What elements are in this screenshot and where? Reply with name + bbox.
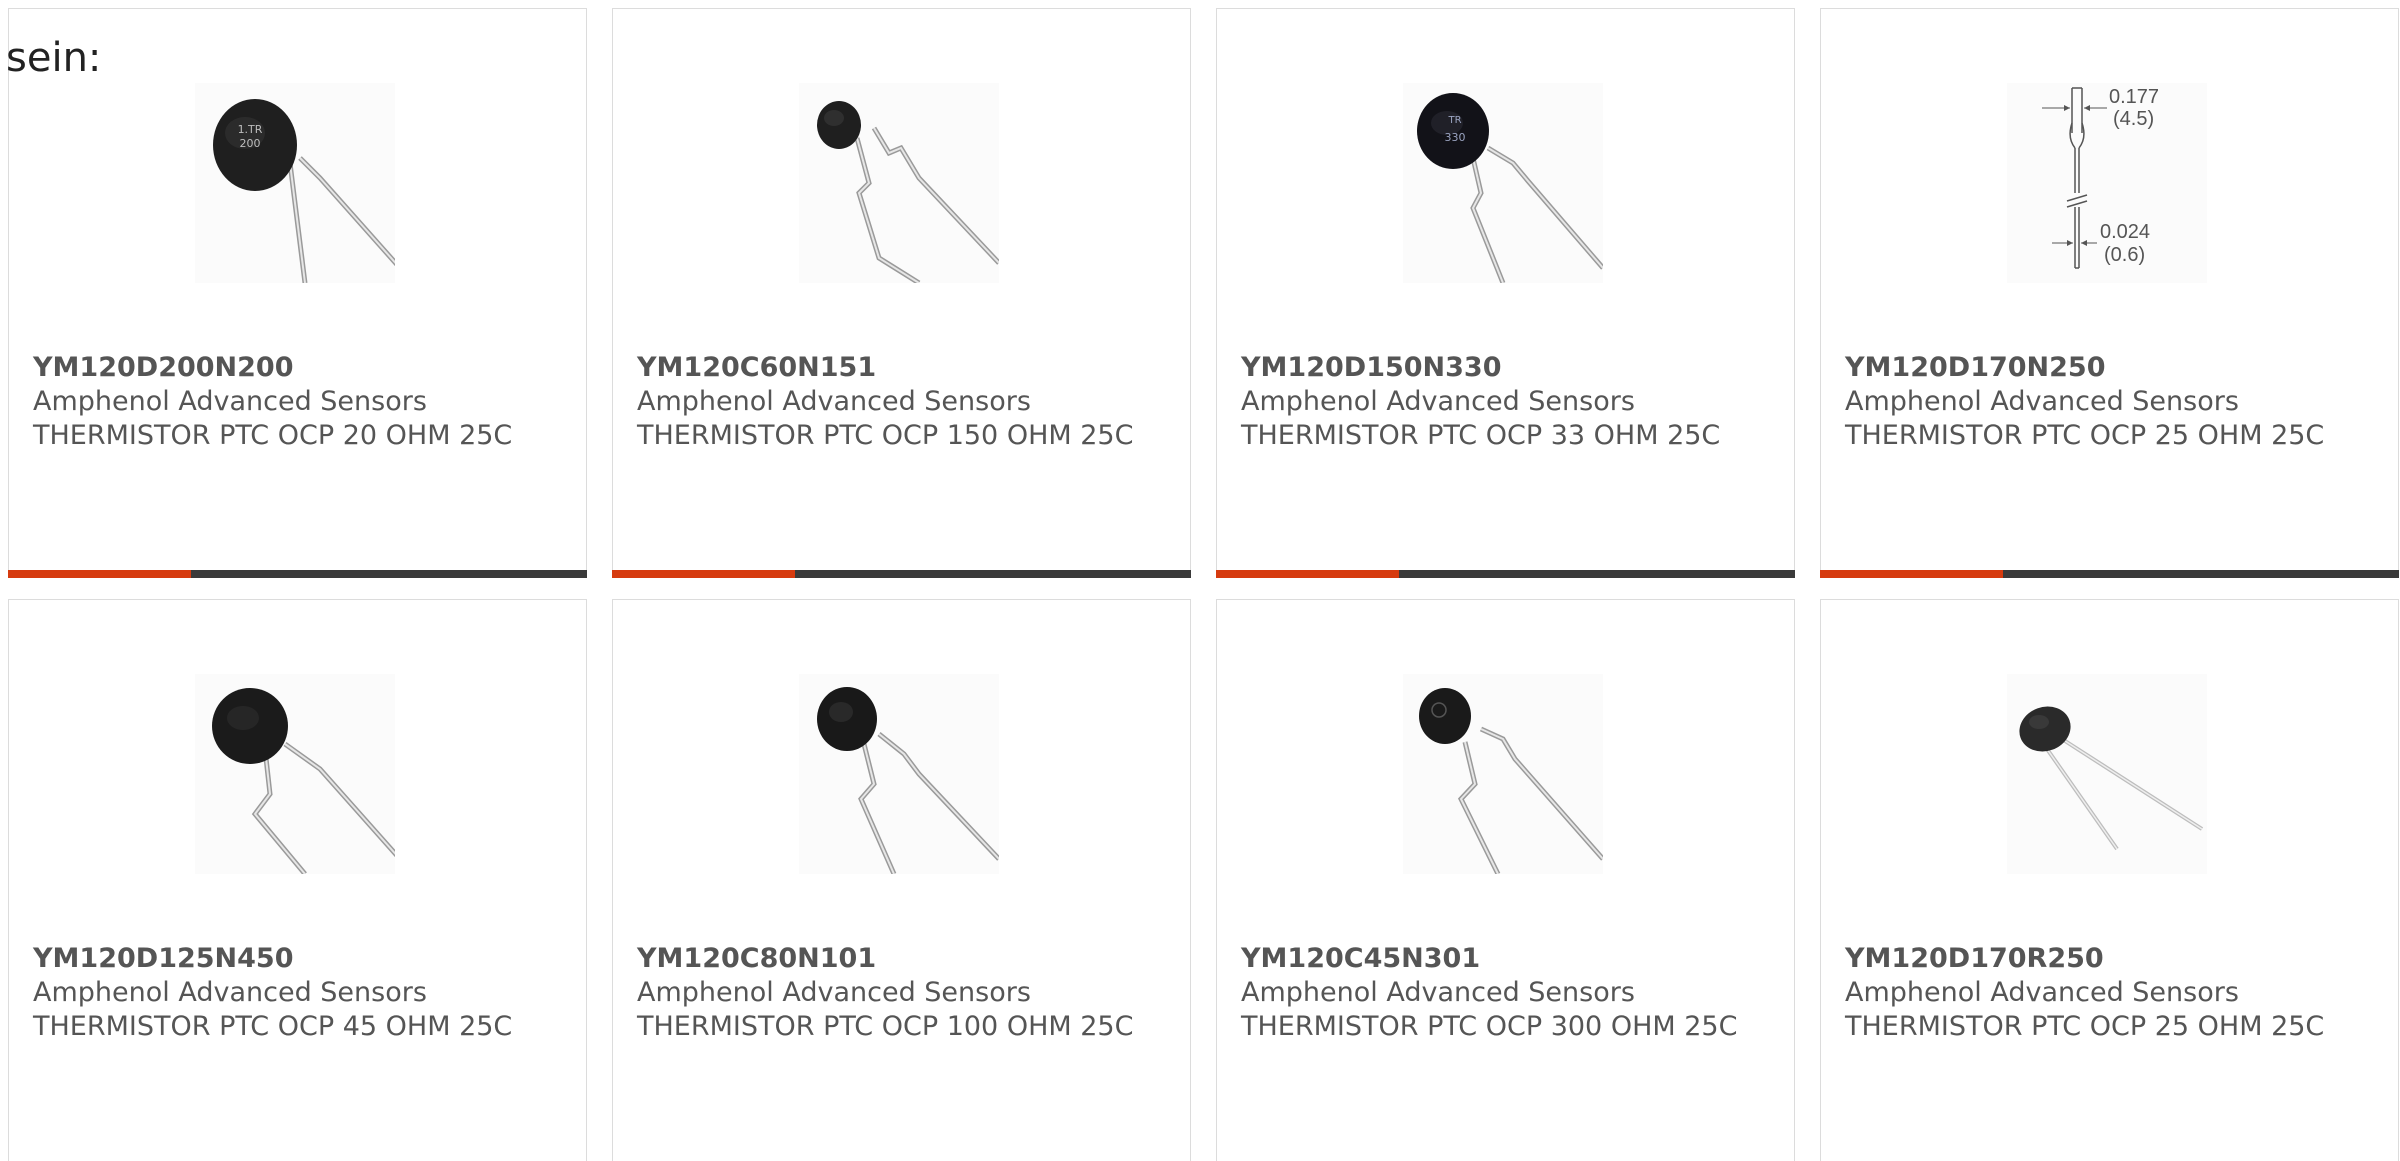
product-image[interactable]	[1403, 674, 1603, 874]
card-bar-rest	[795, 570, 1191, 578]
dimension-top-inch: 0.177	[2109, 86, 2159, 108]
part-number-link[interactable]: YM120C80N101	[637, 942, 1157, 976]
part-number-link[interactable]: YM120D150N330	[1241, 351, 1761, 385]
product-image[interactable]	[799, 674, 999, 874]
card-bottom-bar	[1820, 570, 2399, 578]
intro-text: sein:	[6, 35, 102, 81]
description: THERMISTOR PTC OCP 300 OHM 25C	[1241, 1011, 1738, 1042]
card-bottom-bar	[1216, 570, 1795, 578]
product-image[interactable]	[2007, 674, 2207, 874]
card-bottom-bar	[612, 570, 1191, 578]
dimension-drawing-icon: 0.177 (4.5) 0.024 (0.6)	[2042, 86, 2159, 269]
card-bottom-bar	[8, 570, 587, 578]
dimension-bottom-mm: (0.6)	[2104, 244, 2145, 266]
card-bar-rest	[1399, 570, 1795, 578]
product-info: YM120C80N101 Amphenol Advanced Sensors T…	[637, 942, 1157, 1044]
manufacturer: Amphenol Advanced Sensors	[33, 977, 427, 1008]
manufacturer: Amphenol Advanced Sensors	[33, 386, 427, 417]
thermistor-disc-icon	[817, 101, 999, 283]
marking-line-1: TR	[1447, 115, 1461, 126]
product-grid: 1.TR 200 YM120D200N200 Amphenol Advanced…	[8, 8, 2400, 1161]
card-bar-accent	[8, 570, 191, 578]
product-card[interactable]: YM120C80N101 Amphenol Advanced Sensors T…	[612, 599, 1191, 1161]
thermistor-disc-icon	[2019, 706, 2204, 851]
part-number-link[interactable]: YM120D170R250	[1845, 942, 2365, 976]
product-card[interactable]: TR 330 YM120D150N330 Amphenol Advanced S…	[1216, 8, 1795, 578]
product-card[interactable]: YM120C60N151 Amphenol Advanced Sensors T…	[612, 8, 1191, 578]
product-info: YM120D150N330 Amphenol Advanced Sensors …	[1241, 351, 1761, 453]
product-info: YM120D170R250 Amphenol Advanced Sensors …	[1845, 942, 2365, 1044]
description: THERMISTOR PTC OCP 25 OHM 25C	[1845, 1011, 2325, 1042]
product-info: YM120D200N200 Amphenol Advanced Sensors …	[33, 351, 553, 453]
card-bar-accent	[1820, 570, 2003, 578]
thermistor-disc-icon	[1419, 688, 1603, 874]
description: THERMISTOR PTC OCP 150 OHM 25C	[637, 420, 1134, 451]
product-info: YM120C60N151 Amphenol Advanced Sensors T…	[637, 351, 1157, 453]
page: sein: 1.TR 200 YM120D200N200 Amphenol Ad…	[0, 0, 2400, 1161]
card-bar-rest	[2003, 570, 2399, 578]
marking-line-2: 200	[240, 137, 261, 150]
product-card[interactable]: 0.177 (4.5) 0.024 (0.6) YM120D170N250 Am…	[1820, 8, 2399, 578]
thermistor-disc-icon: TR 330	[1417, 93, 1603, 283]
product-info: YM120D125N450 Amphenol Advanced Sensors …	[33, 942, 553, 1044]
thermistor-disc-icon	[817, 687, 999, 874]
manufacturer: Amphenol Advanced Sensors	[1241, 386, 1635, 417]
manufacturer: Amphenol Advanced Sensors	[1845, 977, 2239, 1008]
product-image[interactable]	[799, 83, 999, 283]
manufacturer: Amphenol Advanced Sensors	[637, 386, 1031, 417]
product-image[interactable]: 1.TR 200	[195, 83, 395, 283]
manufacturer: Amphenol Advanced Sensors	[1845, 386, 2239, 417]
part-number-link[interactable]: YM120D170N250	[1845, 351, 2365, 385]
product-image[interactable]	[195, 674, 395, 874]
dimension-bottom-inch: 0.024	[2100, 221, 2150, 243]
marking-line-1: 1.TR	[238, 123, 263, 136]
product-card[interactable]: YM120D125N450 Amphenol Advanced Sensors …	[8, 599, 587, 1161]
product-card[interactable]: YM120D170R250 Amphenol Advanced Sensors …	[1820, 599, 2399, 1161]
description: THERMISTOR PTC OCP 20 OHM 25C	[33, 420, 513, 451]
part-number-link[interactable]: YM120C45N301	[1241, 942, 1761, 976]
description: THERMISTOR PTC OCP 25 OHM 25C	[1845, 420, 2325, 451]
card-bar-rest	[191, 570, 587, 578]
marking-line-2: 330	[1445, 131, 1466, 144]
product-image[interactable]: 0.177 (4.5) 0.024 (0.6)	[2007, 83, 2207, 283]
manufacturer: Amphenol Advanced Sensors	[637, 977, 1031, 1008]
card-bar-accent	[612, 570, 795, 578]
thermistor-disc-icon	[212, 688, 395, 874]
product-info: YM120D170N250 Amphenol Advanced Sensors …	[1845, 351, 2365, 453]
part-number-link[interactable]: YM120D200N200	[33, 351, 553, 385]
part-number-link[interactable]: YM120D125N450	[33, 942, 553, 976]
product-info: YM120C45N301 Amphenol Advanced Sensors T…	[1241, 942, 1761, 1044]
description: THERMISTOR PTC OCP 45 OHM 25C	[33, 1011, 513, 1042]
product-card[interactable]: YM120C45N301 Amphenol Advanced Sensors T…	[1216, 599, 1795, 1161]
description: THERMISTOR PTC OCP 100 OHM 25C	[637, 1011, 1134, 1042]
product-image[interactable]: TR 330	[1403, 83, 1603, 283]
part-number-link[interactable]: YM120C60N151	[637, 351, 1157, 385]
manufacturer: Amphenol Advanced Sensors	[1241, 977, 1635, 1008]
thermistor-disc-icon: 1.TR 200	[213, 99, 395, 283]
dimension-top-mm: (4.5)	[2113, 108, 2154, 130]
product-card[interactable]: 1.TR 200 YM120D200N200 Amphenol Advanced…	[8, 8, 587, 578]
card-bar-accent	[1216, 570, 1399, 578]
description: THERMISTOR PTC OCP 33 OHM 25C	[1241, 420, 1721, 451]
